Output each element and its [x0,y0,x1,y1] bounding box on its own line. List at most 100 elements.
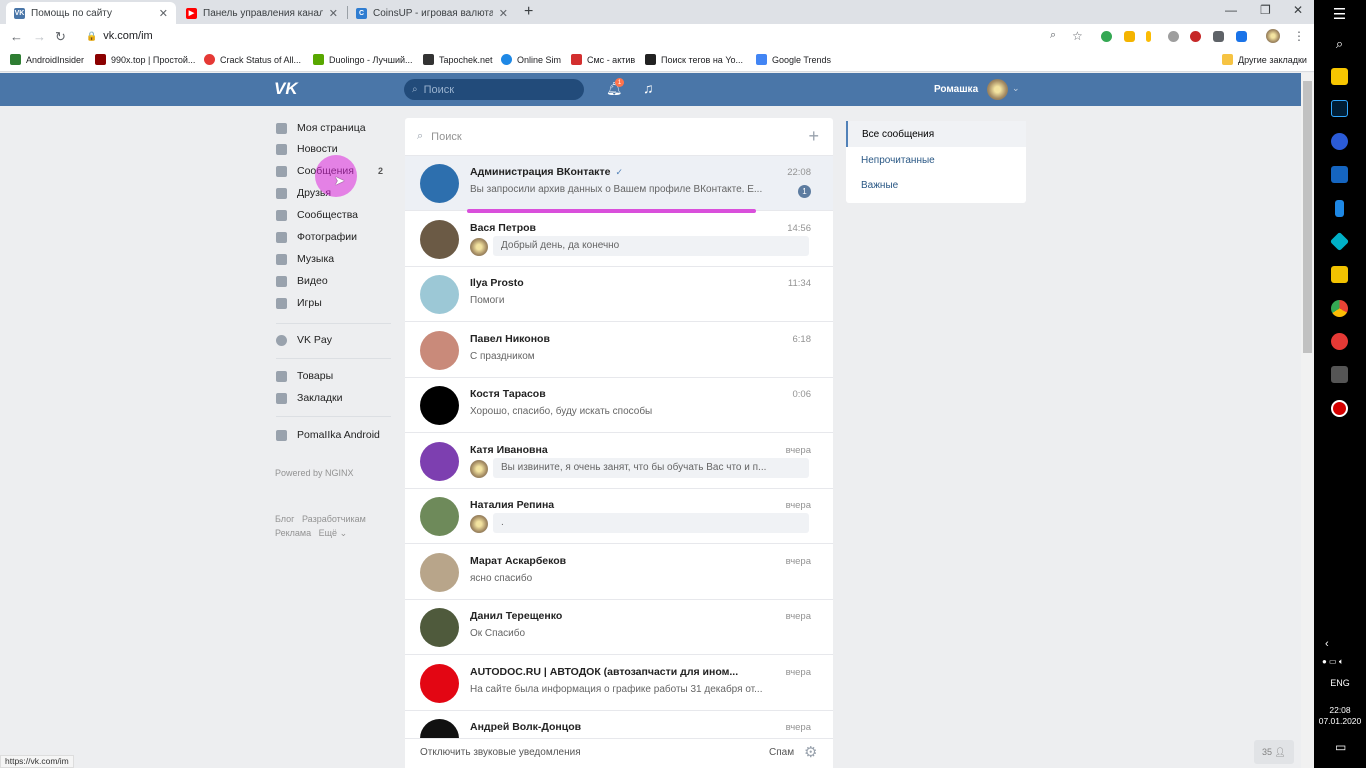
tray-chevron-icon[interactable]: ‹ [1325,638,1329,650]
windows-start-icon[interactable]: ☰ [1331,5,1348,23]
nav-games[interactable]: Игры [276,293,322,313]
search-icon[interactable]: ⌕ [1331,36,1348,53]
conversation-row[interactable]: Ilya Prosto 11:34 Помоги [405,267,833,322]
conversation-avatar[interactable] [420,219,459,259]
extension-icon[interactable] [1236,31,1247,42]
profile-avatar[interactable] [1266,29,1280,43]
conversation-avatar[interactable] [420,275,459,314]
bookmark-item[interactable]: Смс - актив [571,54,635,65]
footer-link-ads[interactable]: Реклама [275,528,311,538]
app-icon[interactable] [1331,266,1348,283]
app-icon[interactable] [1331,333,1348,350]
photoshop-icon[interactable] [1331,100,1348,117]
nav-my-page[interactable]: Моя страница [276,118,366,138]
clock[interactable]: 22:08 07.01.2020 [1314,705,1366,727]
im-search-input[interactable]: ⌕ Поиск + [405,118,833,156]
app-icon[interactable] [1329,231,1350,252]
new-tab-icon[interactable]: + [524,3,533,21]
conversation-row[interactable]: Костя Тарасов 0:06 Хорошо, спасибо, буду и… [405,378,833,433]
conversation-row[interactable]: AUTODOC.RU | АВТОДОК (автозапчасти для и… [405,656,833,711]
close-window-icon[interactable]: ✕ [1293,3,1303,17]
bookmark-item[interactable]: Duolingo - Лучший... [313,54,413,65]
extension-icon[interactable] [1146,31,1151,42]
spam-link[interactable]: Спам [769,747,794,758]
url-field[interactable]: 🔒 vk.com/im [86,30,153,42]
conversation-row[interactable]: Павел Никонов 6:18 С праздником [405,323,833,378]
close-tab-icon[interactable]: ✕ [159,7,168,20]
bookmark-item[interactable]: AndroidInsider [10,54,84,65]
footer-link-more[interactable]: Ещё [319,528,337,538]
star-icon[interactable]: ☆ [1072,29,1083,43]
maximize-icon[interactable]: ❐ [1260,3,1271,17]
bookmark-item[interactable]: Google Trends [756,54,831,65]
bookmark-item[interactable]: Поиск тегов на Yo... [645,54,743,65]
tab-coinsup[interactable]: C CoinsUP - игровая валюта, про ✕ [348,2,516,24]
gear-icon[interactable]: ⚙ [804,743,817,761]
nav-group-pomaiika[interactable]: PomaIIka Android [276,425,380,445]
app-icon[interactable] [1331,133,1348,150]
mute-sounds-link[interactable]: Отключить звуковые уведомления [420,747,581,758]
chat-online-counter[interactable]: 35 👤︎ [1254,740,1294,764]
cast-icon[interactable] [1213,31,1224,42]
scrollbar-thumb[interactable] [1303,81,1312,353]
nav-music[interactable]: Музыка [276,249,334,269]
bookmark-item[interactable]: Crack Status of All... [204,54,301,65]
menu-icon[interactable]: ⋮ [1293,29,1305,43]
nav-market[interactable]: Товары [276,366,333,386]
app-icon[interactable] [1335,200,1344,217]
vk-logo[interactable]: VK [274,79,308,99]
conversation-avatar[interactable] [420,497,459,536]
sticky-notes-icon[interactable] [1331,68,1348,85]
nav-video[interactable]: Видео [276,271,328,291]
tab-youtube[interactable]: ▶ Панель управления каналом - ✕ [178,2,346,24]
forward-icon[interactable]: → [33,29,46,44]
close-tab-icon[interactable]: ✕ [499,7,508,20]
minimize-icon[interactable]: — [1225,3,1237,17]
conversation-avatar[interactable] [420,386,459,425]
conversation-row[interactable]: Марат Аскарбеков вчера ясно спасибо [405,545,833,600]
filter-all[interactable]: Все сообщения [846,121,1026,147]
extension-icon[interactable] [1124,31,1135,42]
conversation-row[interactable]: Администрация ВКонтакте ✓ 22:08 Вы запросил… [405,156,833,211]
conversation-avatar[interactable] [420,330,459,370]
nav-bookmarks[interactable]: Закладки [276,388,342,408]
app-icon[interactable] [1331,366,1348,383]
close-tab-icon[interactable]: ✕ [329,7,338,20]
zoom-icon[interactable]: ⌕ [1050,29,1056,42]
footer-link-dev[interactable]: Разработчикам [302,514,366,524]
tab-help[interactable]: VK Помощь по сайту ✕ [6,2,176,24]
conversation-avatar[interactable] [420,164,459,203]
language-indicator[interactable]: ENG [1314,678,1366,688]
extension-icon[interactable] [1101,31,1112,42]
conversation-row[interactable]: Катя Ивановна вчера Вы извините, я очень з… [405,434,833,489]
conversation-row[interactable]: Наталия Репина вчера. [405,489,833,544]
other-bookmarks[interactable]: Другие закладки [1222,54,1307,65]
extension-icon[interactable] [1190,31,1201,42]
back-icon[interactable]: ← [10,29,23,44]
tray-icons[interactable]: ● ▭ 🔈︎ [1322,657,1344,667]
nav-photos[interactable]: Фотографии [276,227,357,247]
conversation-avatar[interactable] [420,663,459,703]
bookmark-item[interactable]: Online Sim [501,54,561,65]
vk-search-input[interactable]: ⌕ Поиск [404,79,584,100]
nav-vkpay[interactable]: VK Pay [276,330,332,350]
extension-icon[interactable] [1168,31,1179,42]
bookmark-item[interactable]: Tapochek.net [423,54,493,65]
bookmark-item[interactable]: 990x.top | Простой... [95,54,195,65]
footer-link-blog[interactable]: Блог [275,514,294,524]
nav-groups[interactable]: Сообщества [276,205,358,225]
filter-important[interactable]: Важные [846,172,1026,198]
conversation-avatar[interactable] [420,608,459,647]
chrome-icon[interactable] [1331,300,1348,317]
reload-icon[interactable]: ↻ [55,29,66,45]
save-app-icon[interactable] [1331,166,1348,183]
chevron-down-icon[interactable]: ⌄ [1012,83,1020,94]
conversation-avatar[interactable] [420,441,459,481]
music-icon[interactable]: ♫ [643,80,654,96]
filter-unread[interactable]: Непрочитанные [846,147,1026,173]
user-name[interactable]: Ромашка [934,84,978,95]
notifications-icon[interactable]: ▭ [1335,740,1346,754]
record-icon[interactable] [1331,400,1348,417]
conversation-row[interactable]: Вася Петров 14:56 Добрый день, да конечно [405,212,833,267]
conversation-avatar[interactable] [420,552,459,592]
